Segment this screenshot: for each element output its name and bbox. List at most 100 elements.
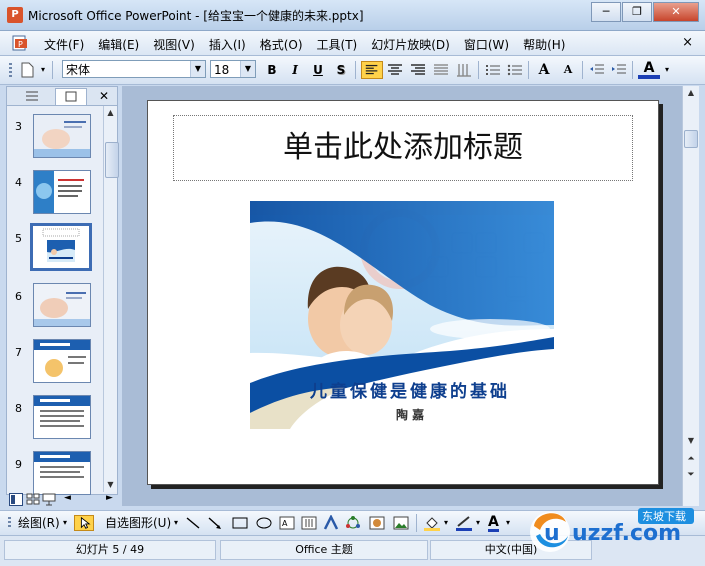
scroll-right-icon[interactable]: ► bbox=[106, 493, 113, 503]
align-center-icon[interactable] bbox=[385, 61, 405, 79]
font-color-button[interactable]: A bbox=[638, 61, 660, 79]
menu-format[interactable]: 格式(O) bbox=[260, 36, 303, 53]
grow-font-button[interactable]: A bbox=[534, 61, 554, 79]
scroll-down-icon[interactable]: ▼ bbox=[683, 434, 699, 448]
font-size-combo[interactable]: 18 ▼ bbox=[210, 60, 256, 78]
menu-view[interactable]: 视图(V) bbox=[153, 36, 195, 53]
slideshow-view-icon[interactable] bbox=[42, 493, 56, 506]
rectangle-tool-icon[interactable] bbox=[230, 515, 250, 531]
underline-button[interactable]: U bbox=[310, 61, 326, 79]
draw-font-color-dropdown-icon[interactable]: ▾ bbox=[506, 515, 510, 531]
bullets-icon[interactable] bbox=[506, 61, 524, 79]
diagram-icon[interactable] bbox=[344, 515, 362, 531]
chevron-down-icon[interactable]: ▼ bbox=[190, 61, 205, 77]
menu-help[interactable]: 帮助(H) bbox=[523, 36, 565, 53]
italic-button[interactable]: I bbox=[287, 61, 303, 79]
numbering-icon[interactable] bbox=[484, 61, 502, 79]
select-pointer-icon[interactable] bbox=[74, 515, 94, 531]
slide-thumbnail[interactable] bbox=[33, 114, 91, 158]
slide-thumbnail[interactable] bbox=[33, 451, 91, 495]
slide-thumbnail[interactable] bbox=[33, 339, 91, 383]
menu-insert[interactable]: 插入(I) bbox=[209, 36, 246, 53]
wordart-icon[interactable] bbox=[322, 515, 340, 531]
fill-color-icon[interactable] bbox=[422, 515, 442, 531]
chevron-down-icon[interactable]: ▼ bbox=[240, 61, 255, 77]
slide-vertical-scrollbar[interactable]: ▲ ▼ ⏶ ⏷ bbox=[682, 86, 699, 506]
scroll-up-icon[interactable]: ▲ bbox=[104, 106, 117, 120]
slide-thumbnail[interactable] bbox=[33, 395, 91, 439]
next-slide-icon[interactable]: ⏷ bbox=[683, 468, 699, 482]
menu-window[interactable]: 窗口(W) bbox=[464, 36, 509, 53]
outline-tab-icon[interactable] bbox=[17, 88, 47, 104]
font-color-dropdown-icon[interactable]: ▾ bbox=[662, 61, 672, 79]
scroll-up-icon[interactable]: ▲ bbox=[683, 86, 699, 100]
oval-tool-icon[interactable] bbox=[254, 515, 274, 531]
slide-thumbnail[interactable] bbox=[33, 283, 91, 327]
close-document-button[interactable]: × bbox=[682, 35, 693, 50]
powerpoint-app-icon[interactable]: P bbox=[7, 7, 23, 23]
separator bbox=[355, 61, 356, 79]
autoshapes-dropdown-icon[interactable]: ▾ bbox=[174, 515, 178, 531]
new-dropdown-icon[interactable]: ▾ bbox=[38, 61, 48, 79]
align-left-icon[interactable] bbox=[361, 61, 383, 79]
slide-picture[interactable]: 儿童保健是健康的基础 陶 嘉 bbox=[250, 201, 554, 429]
normal-view-icon[interactable] bbox=[9, 493, 23, 506]
minimize-button[interactable]: ─ bbox=[591, 2, 621, 22]
textbox-tool-icon[interactable]: A bbox=[278, 515, 296, 531]
thumbnail-image bbox=[34, 115, 90, 157]
scroll-down-icon[interactable]: ▼ bbox=[104, 478, 117, 492]
draw-dropdown-icon[interactable]: ▾ bbox=[63, 515, 67, 531]
menu-edit[interactable]: 编辑(E) bbox=[98, 36, 139, 53]
slide-number: 8 bbox=[15, 402, 22, 415]
bold-button[interactable]: B bbox=[264, 61, 280, 79]
autoshapes-button[interactable]: 自选图形(U) bbox=[105, 515, 171, 531]
decrease-indent-icon[interactable] bbox=[588, 61, 606, 79]
previous-slide-icon[interactable]: ⏶ bbox=[683, 452, 699, 466]
shrink-font-button[interactable]: A bbox=[558, 61, 578, 79]
menu-tools[interactable]: 工具(T) bbox=[317, 36, 358, 53]
slides-panel-scrollbar[interactable]: ▲ ▼ bbox=[103, 106, 119, 492]
line-color-icon[interactable] bbox=[454, 515, 474, 531]
distribute-icon[interactable] bbox=[431, 61, 451, 79]
slide-sorter-view-icon[interactable] bbox=[26, 493, 40, 506]
arrow-tool-icon[interactable] bbox=[206, 515, 224, 531]
title-placeholder-text: 单击此处添加标题 bbox=[283, 130, 523, 165]
vertical-textbox-icon[interactable] bbox=[300, 515, 318, 531]
new-document-icon[interactable] bbox=[18, 61, 36, 79]
toolbar-grip-icon[interactable] bbox=[6, 515, 14, 531]
thumbnail-image bbox=[34, 171, 90, 213]
slides-tab-icon[interactable] bbox=[55, 88, 87, 105]
close-panel-icon[interactable]: ✕ bbox=[97, 88, 111, 104]
draw-font-color-button[interactable]: A bbox=[488, 515, 499, 532]
fill-color-dropdown-icon[interactable]: ▾ bbox=[444, 515, 448, 531]
title-placeholder[interactable]: 单击此处添加标题 bbox=[173, 115, 633, 181]
thumbnail-image bbox=[33, 226, 89, 268]
increase-indent-icon[interactable] bbox=[610, 61, 628, 79]
slide-number: 5 bbox=[15, 232, 22, 245]
menu-slideshow[interactable]: 幻灯片放映(D) bbox=[371, 36, 450, 53]
restore-button[interactable]: ❐ bbox=[622, 2, 652, 22]
slide-thumbnail[interactable] bbox=[33, 170, 91, 214]
view-buttons: ◄ ► bbox=[6, 492, 118, 508]
draw-menu-button[interactable]: 绘图(R) bbox=[18, 515, 60, 531]
scrollbar-thumb[interactable] bbox=[105, 142, 119, 178]
document-icon[interactable]: P bbox=[12, 35, 30, 51]
slide-thumbnail-selected[interactable] bbox=[30, 223, 92, 271]
font-name-combo[interactable]: 宋体 ▼ bbox=[62, 60, 206, 78]
insert-picture-icon[interactable] bbox=[392, 515, 410, 531]
close-window-button[interactable]: ✕ bbox=[653, 2, 699, 22]
menu-items: 文件(F) 编辑(E) 视图(V) 插入(I) 格式(O) 工具(T) 幻灯片放… bbox=[44, 36, 579, 53]
text-direction-icon[interactable] bbox=[454, 61, 474, 79]
children-cover-image: 儿童保健是健康的基础 陶 嘉 bbox=[250, 201, 554, 429]
line-color-dropdown-icon[interactable]: ▾ bbox=[476, 515, 480, 531]
scroll-left-icon[interactable]: ◄ bbox=[64, 493, 71, 503]
toolbar-grip-icon[interactable] bbox=[6, 61, 16, 79]
scrollbar-thumb[interactable] bbox=[684, 130, 698, 148]
shadow-button[interactable]: S bbox=[333, 61, 349, 79]
clip-art-icon[interactable] bbox=[368, 515, 386, 531]
menu-file[interactable]: 文件(F) bbox=[44, 36, 84, 53]
separator bbox=[52, 61, 53, 79]
line-tool-icon[interactable] bbox=[184, 515, 202, 531]
align-right-icon[interactable] bbox=[408, 61, 428, 79]
watermark-brand: uzzf.com bbox=[572, 521, 681, 546]
